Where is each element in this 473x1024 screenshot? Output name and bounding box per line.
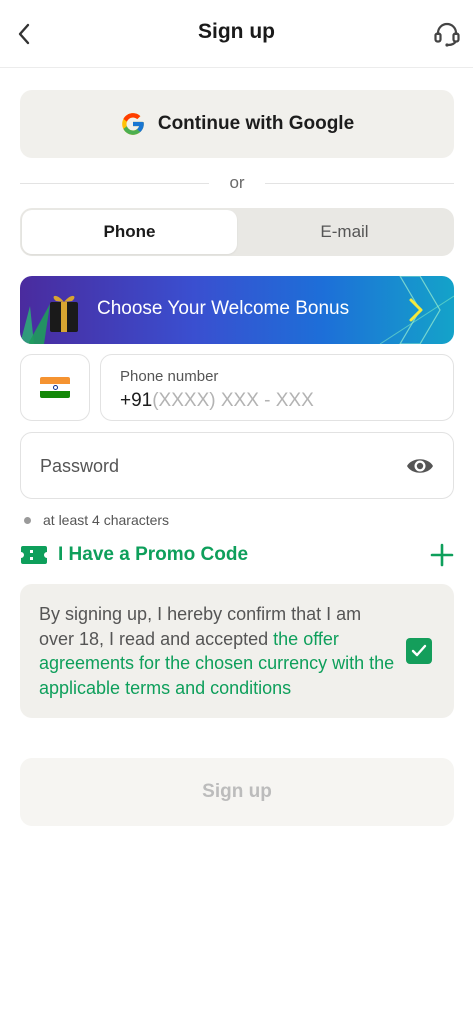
password-field[interactable]: Password: [20, 432, 454, 499]
support-button[interactable]: [429, 16, 465, 52]
google-icon: [122, 113, 144, 135]
divider-line-right: [264, 182, 454, 184]
welcome-bonus-text: Choose Your Welcome Bonus: [97, 298, 350, 319]
welcome-bonus-banner[interactable]: Choose Your Welcome Bonus: [20, 276, 454, 344]
page-title: Sign up: [198, 20, 275, 43]
signup-button[interactable]: Sign up: [20, 758, 454, 826]
google-button-label: Continue with Google: [157, 113, 355, 134]
headset-support-icon: [434, 22, 460, 47]
password-hint-text: at least 4 characters: [43, 512, 170, 528]
or-divider: or: [20, 170, 454, 196]
continue-with-google-button[interactable]: Continue with Google: [20, 90, 454, 158]
checkmark-icon: [411, 644, 427, 657]
phone-prefix: +91: [120, 390, 153, 411]
country-code-selector[interactable]: [20, 354, 90, 421]
plus-icon[interactable]: [430, 543, 454, 567]
gift-icon: [50, 295, 78, 332]
tab-phone[interactable]: Phone: [22, 210, 237, 254]
eye-icon[interactable]: [405, 453, 435, 479]
divider-line-left: [20, 182, 210, 184]
header: Sign up: [0, 0, 473, 68]
india-flag-icon: [40, 377, 70, 398]
phone-placeholder: (XXXX) XXX - XXX: [152, 390, 314, 411]
password-hint: at least 4 characters: [24, 511, 169, 529]
divider-text: or: [229, 173, 245, 192]
hint-bullet: [24, 516, 31, 524]
password-placeholder: Password: [40, 456, 120, 476]
terms-checkbox[interactable]: [406, 638, 432, 664]
promo-code-label: I Have a Promo Code: [58, 544, 249, 565]
signup-method-tabs: Phone E-mail: [20, 208, 454, 256]
terms-agreement: By signing up, I hereby confirm that I a…: [20, 584, 454, 718]
tab-email[interactable]: E-mail: [237, 210, 452, 254]
phone-number-label: Phone number: [120, 368, 219, 385]
chevron-right-icon: [409, 298, 423, 322]
ticket-icon: [21, 546, 47, 564]
promo-code-toggle[interactable]: I Have a Promo Code: [20, 540, 454, 570]
terms-text: By signing up, I hereby confirm that I a…: [39, 602, 399, 700]
phone-number-field[interactable]: Phone number +91(XXXX) XXX - XXX: [100, 354, 454, 421]
phone-number-input[interactable]: +91(XXXX) XXX - XXX: [120, 390, 314, 412]
